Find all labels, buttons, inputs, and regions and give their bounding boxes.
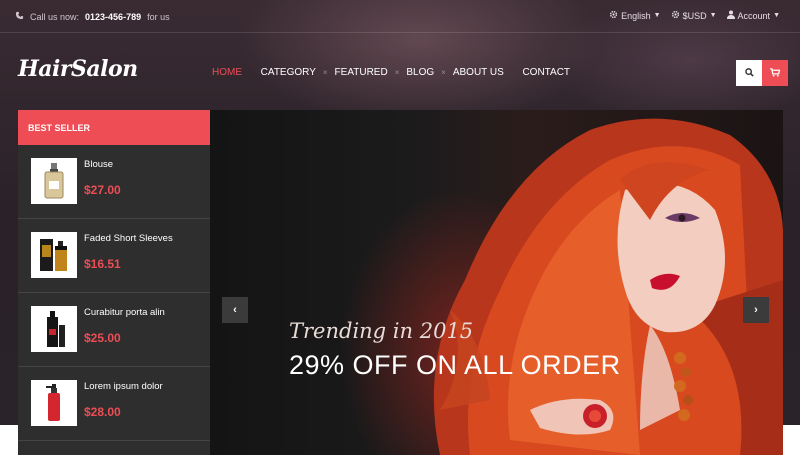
nav-item-featured[interactable]: FEATURED — [335, 67, 388, 78]
nav-separator: × — [322, 68, 328, 77]
product-name[interactable]: Faded Short Sleeves — [84, 233, 173, 244]
product-item[interactable]: Faded Short Sleeves $16.51 — [18, 219, 210, 293]
product-thumbnail[interactable] — [31, 232, 77, 278]
product-item[interactable]: Lorem ipsum dolor $28.00 — [18, 367, 210, 441]
nav-separator: × — [441, 68, 446, 77]
currency-label: $USD — [682, 10, 707, 21]
product-price: $16.51 — [84, 257, 121, 271]
hero-slider — [210, 110, 783, 455]
chevron-left-icon: ‹ — [233, 304, 237, 316]
call-label: Call us now: — [30, 11, 80, 22]
nav-item-blog[interactable]: BLOG — [406, 67, 434, 78]
slider-prev-button[interactable]: ‹ — [222, 297, 248, 323]
spray-bottle-icon — [47, 311, 65, 347]
nav-separator: × — [394, 68, 400, 77]
search-icon — [744, 64, 754, 82]
product-name[interactable]: Blouse — [84, 159, 113, 170]
product-price: $25.00 — [84, 331, 121, 345]
search-button[interactable] — [736, 60, 762, 86]
chevron-down-icon: ▼ — [709, 12, 717, 19]
cart-icon — [770, 64, 781, 82]
call-suffix: for us — [147, 11, 170, 22]
product-thumbnail[interactable] — [31, 380, 77, 426]
gear-icon — [609, 10, 618, 21]
product-item[interactable]: Blouse $27.00 — [18, 145, 210, 219]
nav-item-contact[interactable]: CONTACT — [522, 67, 570, 78]
chevron-down-icon: ▼ — [773, 12, 780, 19]
currency-selector[interactable]: $USD ▼ — [671, 10, 717, 21]
top-right-menu: English ▼ $USD ▼ Account ▼ — [609, 10, 780, 21]
chevron-down-icon: ▼ — [653, 12, 661, 19]
gear-icon — [671, 10, 680, 21]
nav-item-category[interactable]: CATEGORY — [261, 67, 316, 78]
phone-icon — [15, 11, 24, 22]
product-price: $27.00 — [84, 183, 121, 197]
account-label: Account — [737, 10, 771, 21]
site-logo[interactable]: HairSalon — [18, 56, 138, 82]
pump-bottle-icon — [46, 384, 60, 421]
product-item[interactable]: Curabitur porta alin $25.00 — [18, 293, 210, 367]
product-name[interactable]: Curabitur porta alin — [84, 307, 165, 318]
chevron-right-icon: › — [754, 304, 758, 316]
nav-item-about-us[interactable]: ABOUT US — [453, 67, 504, 78]
phone-number[interactable]: 0123-456-789 — [85, 12, 141, 22]
hero-model-image — [433, 118, 783, 455]
sidebar-title: BEST SELLER — [18, 110, 210, 145]
slider-next-button[interactable]: › — [743, 297, 769, 323]
language-label: English — [621, 10, 651, 21]
call-info: Call us now: 0123-456-789 for us — [15, 11, 170, 22]
perfume-box-icon — [40, 239, 67, 271]
nav-item-home[interactable]: HOME — [212, 67, 242, 78]
product-thumbnail[interactable] — [31, 306, 77, 352]
user-icon — [726, 10, 735, 21]
main-nav: HOME × CATEGORY × FEATURED × BLOG × ABOU… — [212, 67, 570, 78]
cart-button[interactable] — [762, 60, 788, 86]
product-thumbnail[interactable] — [31, 158, 77, 204]
top-bar: Call us now: 0123-456-789 for us English… — [0, 0, 800, 33]
account-menu[interactable]: Account ▼ — [726, 10, 780, 21]
slide-title: 29% OFF ON ALL ORDER — [289, 350, 621, 380]
product-price: $28.00 — [84, 405, 121, 419]
perfume-bottle-icon — [44, 163, 64, 199]
best-seller-sidebar: BEST SELLER Blouse $27.00 Faded Short Sl… — [18, 110, 210, 455]
slide-subtitle: Trending in 2015 — [289, 319, 474, 343]
language-selector[interactable]: English ▼ — [609, 10, 661, 21]
product-name[interactable]: Lorem ipsum dolor — [84, 381, 163, 392]
